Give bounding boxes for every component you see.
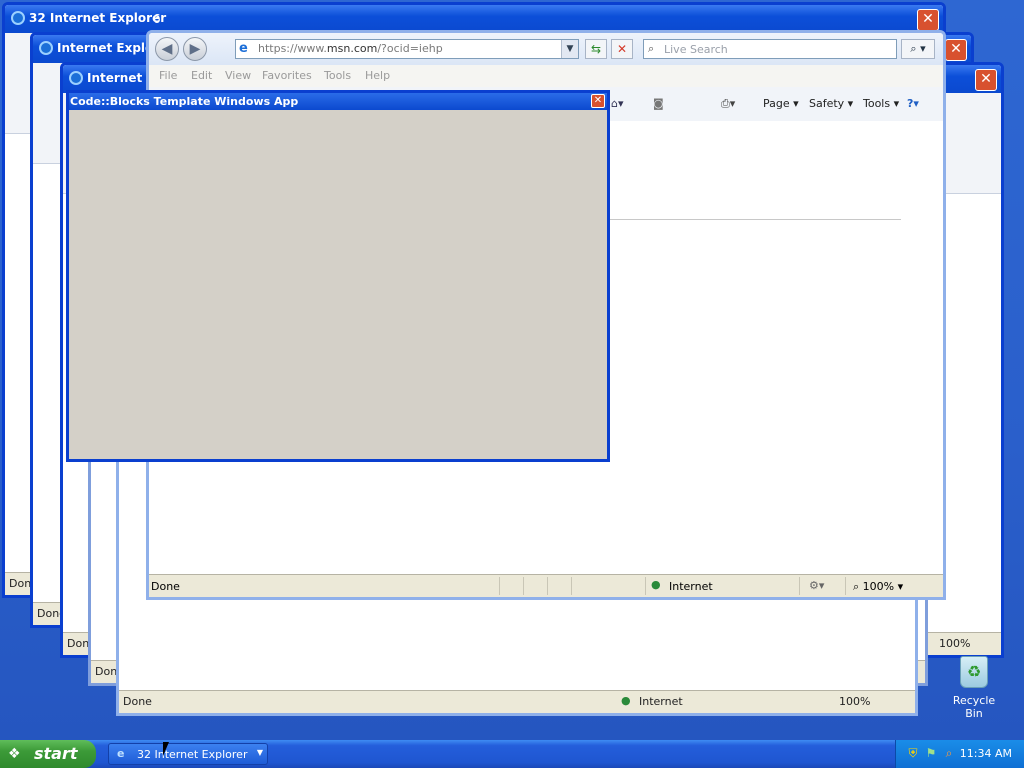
chevron-down-icon: ▼ bbox=[256, 748, 263, 757]
recycle-bin-label: Recycle Bin bbox=[952, 694, 996, 720]
page-label: Page bbox=[763, 97, 790, 110]
divider bbox=[845, 577, 846, 595]
ie-logo-icon bbox=[11, 11, 25, 25]
address-host: msn.com bbox=[326, 42, 378, 55]
divider bbox=[499, 577, 500, 595]
ie-logo-icon: e bbox=[117, 747, 125, 760]
title-bar[interactable]: 32 Internet Explorer 6 ✕ bbox=[5, 5, 943, 33]
codeblocks-window[interactable]: Code::Blocks Template Windows App ✕ bbox=[66, 90, 610, 462]
chevron-down-icon[interactable]: ▼ bbox=[561, 40, 578, 58]
navigation-bar: ◀ ▶ e https://www.msn.com/?ocid=iehp ▼ ⇆… bbox=[149, 33, 943, 66]
page-menu-button[interactable]: Page ▾ bbox=[763, 97, 799, 110]
ie-logo-icon: e bbox=[239, 41, 248, 56]
ie-logo-icon bbox=[39, 41, 53, 55]
forward-arrow-icon: ▶ bbox=[189, 41, 201, 57]
menu-favorites[interactable]: Favorites bbox=[262, 69, 312, 82]
zoom-level[interactable]: 100% bbox=[939, 637, 970, 650]
close-button[interactable]: ✕ bbox=[917, 9, 939, 31]
start-label: start bbox=[34, 744, 78, 763]
globe-icon: ● bbox=[621, 694, 631, 707]
window-title: Internet E bbox=[87, 71, 155, 85]
close-button[interactable]: ✕ bbox=[975, 69, 997, 91]
safety-label: Safety bbox=[809, 97, 845, 110]
zoom-level[interactable]: ⌕ 100% ▾ bbox=[853, 580, 903, 594]
divider bbox=[547, 577, 548, 595]
menu-help[interactable]: Help bbox=[365, 69, 390, 82]
close-button[interactable]: ✕ bbox=[591, 94, 605, 108]
globe-icon: ● bbox=[651, 578, 661, 591]
back-arrow-icon: ◀ bbox=[161, 41, 173, 57]
menu-file[interactable]: File bbox=[159, 69, 177, 82]
task-label: 32 Internet Explorer bbox=[137, 748, 248, 761]
magnifier-icon: ⌕ bbox=[648, 42, 655, 55]
search-button[interactable]: ⌕ ▾ bbox=[901, 39, 935, 59]
tools-menu-button[interactable]: Tools ▾ bbox=[863, 97, 899, 110]
search-input[interactable]: ⌕ Live Search bbox=[643, 39, 897, 59]
forward-button[interactable]: ▶ bbox=[183, 37, 207, 61]
protected-mode-icon[interactable]: ⚙▾ bbox=[809, 579, 824, 592]
search-placeholder: Live Search bbox=[664, 43, 728, 56]
divider bbox=[523, 577, 524, 595]
status-bar: Done ● Internet ⚙▾ ⌕ 100% ▾ bbox=[149, 574, 943, 597]
divider bbox=[571, 577, 572, 595]
refresh-button[interactable]: ⇆ bbox=[585, 39, 607, 59]
zoom-level[interactable]: 100% bbox=[839, 695, 870, 708]
home-icon[interactable]: ⌂▾ bbox=[611, 97, 624, 110]
system-tray: ⛨ ⚑ ⌕ 11:34 AM bbox=[895, 740, 1024, 768]
windows-flag-icon: ❖ bbox=[8, 746, 21, 762]
zone-label: Internet bbox=[639, 695, 683, 708]
zoom-value: 100% bbox=[862, 580, 895, 593]
magnifier-icon[interactable]: ⌕ bbox=[942, 746, 956, 760]
help-icon[interactable]: ?▾ bbox=[907, 97, 919, 110]
print-icon[interactable]: ⎙▾ bbox=[721, 97, 735, 111]
security-shield-icon[interactable]: ⛨ bbox=[906, 746, 920, 760]
status-bar: Done ● Internet 100% bbox=[119, 690, 915, 713]
menu-edit[interactable]: Edit bbox=[191, 69, 212, 82]
status-text: Done bbox=[123, 695, 152, 708]
taskbar-item-internet-explorer[interactable]: e 32 Internet Explorer ▼ bbox=[108, 743, 268, 765]
network-icon[interactable]: ⚑ bbox=[924, 746, 938, 760]
start-button[interactable]: ❖ start bbox=[0, 740, 96, 768]
menu-bar: File Edit View Favorites Tools Help bbox=[149, 65, 943, 88]
divider bbox=[799, 577, 800, 595]
menu-view[interactable]: View bbox=[225, 69, 251, 82]
stop-button[interactable]: ✕ bbox=[611, 39, 633, 59]
recycle-bin-icon: ♻ bbox=[960, 656, 988, 688]
address-url[interactable]: https://www.msn.com/?ocid=iehp bbox=[258, 42, 443, 55]
divider bbox=[609, 219, 901, 220]
mouse-pointer bbox=[163, 742, 175, 756]
status-text: Done bbox=[151, 580, 180, 593]
window-title: Internet Explor bbox=[57, 41, 160, 55]
window-title: 32 Internet Explorer bbox=[29, 11, 167, 25]
taskbar: ❖ start e 32 Internet Explorer ▼ ⛨ ⚑ ⌕ 1… bbox=[0, 740, 1024, 768]
feeds-icon[interactable]: ◙ bbox=[653, 97, 664, 110]
address-bar[interactable]: e https://www.msn.com/?ocid=iehp ▼ bbox=[235, 39, 579, 59]
ie-logo-icon bbox=[69, 71, 83, 85]
task-group-badge: 6 bbox=[153, 12, 161, 26]
clock[interactable]: 11:34 AM bbox=[960, 747, 1012, 760]
window-title: Code::Blocks Template Windows App bbox=[70, 95, 299, 108]
title-bar[interactable]: Code::Blocks Template Windows App ✕ bbox=[69, 93, 607, 110]
recycle-bin-desktop-icon[interactable]: ♻ Recycle Bin bbox=[944, 656, 1004, 720]
safety-menu-button[interactable]: Safety ▾ bbox=[809, 97, 853, 110]
zone-label: Internet bbox=[669, 580, 713, 593]
menu-tools[interactable]: Tools bbox=[324, 69, 351, 82]
divider bbox=[645, 577, 646, 595]
back-button[interactable]: ◀ bbox=[155, 37, 179, 61]
tools-label: Tools bbox=[863, 97, 891, 110]
close-button[interactable]: ✕ bbox=[945, 39, 967, 61]
